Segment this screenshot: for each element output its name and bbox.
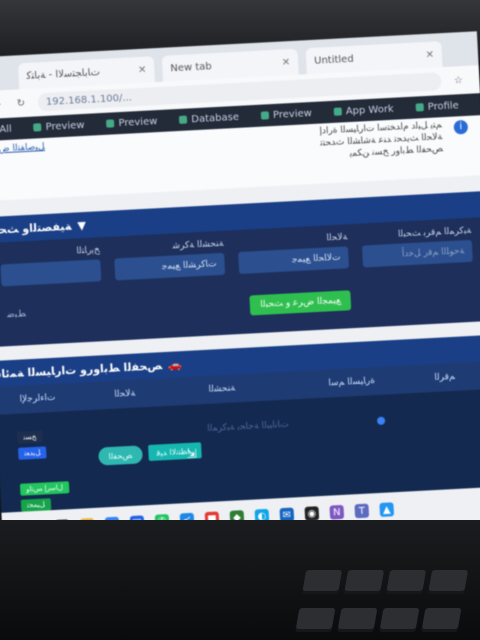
edit-button[interactable]: ﻞﻳﺪﻌﺗ (18, 446, 47, 460)
row-text: ﺕﺎﻧﺎﻴﺒﻟﺍ ﺔﺟﺎﺤﺑ ﺔﺒﻛﺮﻤﻟﺍ (207, 419, 289, 434)
copy-button[interactable]: ﺦﺴﻧ (17, 430, 43, 444)
column-header: ﺔﻨﺤﺸﻟﺍ (208, 383, 236, 395)
bookmark-icon (260, 111, 270, 120)
keyboard-key (427, 570, 469, 594)
whatsapp-send-button[interactable]: ﻝﺎﺳﺭﺇ ﺲﺗﺍﻭ (19, 481, 70, 496)
field-label: ﺔﻟﺎﺤﻟﺍ (326, 232, 348, 244)
keyboard-key (343, 570, 385, 594)
bookmark-item[interactable]: Database (179, 111, 239, 125)
bookmark-icon (179, 115, 188, 124)
star-icon[interactable]: ☆ (451, 74, 466, 86)
field-label: ﺔﻨﺤﺸﻟﺍ ﺔﻛﺮﺷ (172, 238, 224, 252)
filter-icon: ▼ (77, 218, 87, 232)
info-icon: i (453, 119, 469, 135)
browser-window: ﺕﺎﺑﺎﺠﺘﺳﻻﺍ - ﺔﺑﺎﺘﻛ✕ New tab✕ Untitled✕ ← … (0, 31, 480, 547)
teams-icon[interactable]: T (354, 503, 370, 519)
bookmark-item[interactable]: Preview (260, 108, 312, 122)
keyboard-key (379, 608, 420, 632)
app-icon[interactable]: ▲ (379, 502, 395, 517)
bookmark-icon (333, 107, 342, 116)
keyboard-key (301, 570, 343, 594)
field-label: ﺦﻳﺭﺎﺘﻟﺍ (76, 245, 101, 257)
bookmark-icon (106, 119, 115, 128)
keyboard-key (295, 608, 336, 632)
bookmark-item[interactable]: Preview (106, 116, 158, 130)
close-icon[interactable]: ✕ (138, 64, 147, 75)
search-input[interactable]: ﺔﺣﻮﻠﻟﺍ ﻢﻗﺭ ﻞﺧﺩﺃ (361, 239, 473, 268)
instructions-list: ﻢﺘﻳ ﻞﻴﻟﺩ ﻡﺍﺪﺨﺘﺳﺍ ﺕﺍﺭﺎﻴﺴﻟﺍ ﺓﺭﺍﺩﺇ ﺔﻟﺎﺤﻟﺍ ﺚ… (319, 119, 443, 161)
column-header: ﻢﻗﺮﻟﺍ (434, 371, 456, 383)
keyboard-key (385, 570, 427, 594)
close-icon[interactable]: ✕ (282, 57, 291, 68)
bookmark-item[interactable]: App Work (333, 103, 394, 117)
column-header: ﺔﻟﺎﺤﻟﺍ (114, 388, 136, 400)
field-label: ﺔﺒﻛﺮﻤﻟﺍ ﻢﻗﺮﺑ ﺚﺤﺒﻟﺍ (397, 225, 472, 240)
keyboard-key (421, 608, 462, 632)
details-link[interactable]: ﻞﻴﺻﺎﻔﺘﻟﺍ ﺽﺮﻋ (0, 142, 45, 155)
bookmark-item[interactable]: All (0, 123, 12, 135)
company-group: ﺔﻨﺤﺸﻟﺍ ﺔﻛﺮﺷ ﺕﺎﻛﺮﺸﻟﺍ ﻊﻴﻤﺟ (114, 239, 226, 281)
close-icon[interactable]: ✕ (425, 49, 434, 60)
keyboard-key (337, 608, 378, 632)
status-group: ﺔﻟﺎﺤﻟﺍ ﺕﻻﺎﺤﻟﺍ ﻊﻴﻤﺟ (237, 232, 350, 275)
column-header: ﺕﺍﺀﺍﺮﺟﻹﺍ (19, 392, 56, 405)
row-status-dot (376, 416, 386, 426)
bookmark-icon (33, 123, 42, 132)
card-title: ﺺﺤﻔﻟﺍ ﻂﺑﺍﻭﺭﻭ ﺕﺍﺭﺎﻴﺴﻟﺍ ﺔﻤﺋﺎﻗ (0, 358, 163, 381)
column-header: ﺓﺭﺎﻴﺴﻟﺍ ﻢﺳﺍ (328, 376, 376, 389)
search-show-all-button[interactable]: ﻊﻴﻤﺠﻟﺍ ﺽﺮﻋ ﻭ ﺚﺤﺒﻟﺍ (249, 290, 352, 316)
back-icon[interactable]: ← (0, 99, 4, 111)
company-select[interactable]: ﺕﺎﻛﺮﺸﻟﺍ ﻊﻴﻤﺟ (114, 252, 226, 281)
bookmark-icon (415, 103, 424, 112)
reset-link[interactable]: ﻂﺒﺿ (7, 309, 26, 320)
inspect-pill-button[interactable]: ﺺﺤﻔﻟﺍ (98, 445, 143, 466)
date-group: ﺦﻳﺭﺎﺘﻟﺍ (0, 245, 102, 287)
status-select[interactable]: ﺕﻻﺎﺤﻟﺍ ﻊﻴﻤﺟ (238, 246, 350, 275)
bookmark-item[interactable]: Preview (33, 119, 85, 133)
search-group: ﺔﺒﻛﺮﻤﻟﺍ ﻢﻗﺮﺑ ﺚﺤﺒﻟﺍ ﺔﺣﻮﻠﻟﺍ ﻢﻗﺭ ﻞﺧﺩﺃ (361, 226, 473, 268)
car-icon: 🚗 (167, 357, 183, 372)
onenote-icon[interactable]: N (329, 504, 345, 520)
search-filter-card: ▼ ﺔﻴﻔﺼﺘﻟﺍﻭ ﺚﺤﺒﻟﺍ ﺔﺒﻛﺮﻤﻟﺍ ﻢﻗﺮﺑ ﺚﺤﺒﻟﺍ ﺔﺣﻮﻠ… (0, 191, 480, 348)
keyboard (294, 570, 480, 640)
bookmark-item[interactable]: Profile (415, 100, 459, 113)
mouse-cursor-icon: ⇲ (186, 446, 197, 462)
card-title: ﺔﻴﻔﺼﺘﻟﺍﻭ ﺚﺤﺒﻟﺍ (0, 219, 72, 237)
reload-icon[interactable]: ↻ (14, 97, 29, 109)
menu-icon[interactable]: ⋮ (475, 73, 480, 85)
date-input[interactable] (0, 259, 102, 287)
camera-icon[interactable]: ◉ (304, 506, 320, 521)
